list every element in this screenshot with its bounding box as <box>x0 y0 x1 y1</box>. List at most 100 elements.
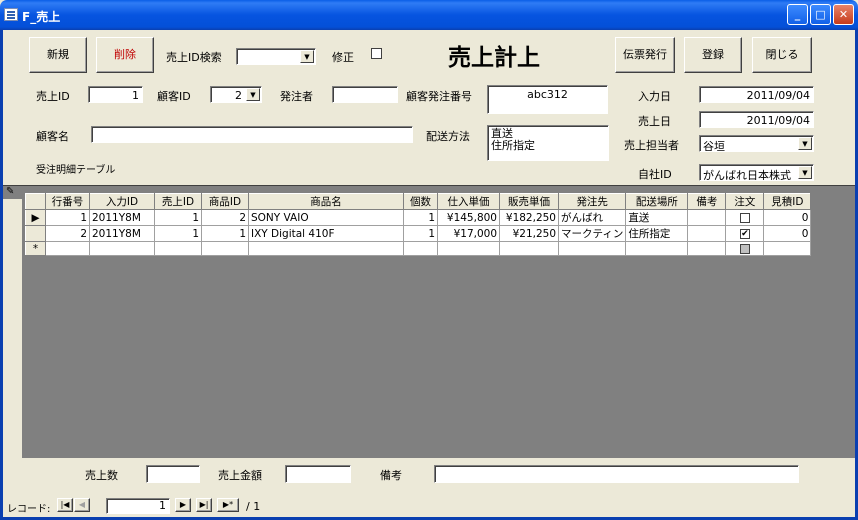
register-button[interactable]: 登録 <box>684 37 742 73</box>
table-cell[interactable]: ¥21,250 <box>499 225 559 242</box>
close-form-button[interactable]: 閉じる <box>752 37 812 73</box>
order-checkbox[interactable] <box>739 243 750 254</box>
table-cell[interactable] <box>45 241 90 256</box>
table-cell[interactable]: がんばれ <box>557 209 627 226</box>
column-header[interactable]: 見積ID <box>763 193 812 210</box>
remarks-field[interactable] <box>434 465 799 483</box>
table-cell[interactable]: 1 <box>201 225 249 242</box>
title-bar[interactable] <box>0 0 858 30</box>
chevron-down-icon[interactable]: ▼ <box>798 166 812 179</box>
table-cell[interactable] <box>499 241 559 256</box>
minimize-button[interactable]: _ <box>787 4 808 25</box>
column-header[interactable]: 入力ID <box>89 193 155 210</box>
column-header[interactable]: 配送場所 <box>625 193 689 210</box>
issue-slip-button[interactable]: 伝票発行 <box>615 37 675 73</box>
table-cell[interactable] <box>687 225 727 242</box>
table-cell[interactable]: 2011Y8M <box>89 209 155 226</box>
table-row[interactable]: ▶ 1 2011Y8M 1 2 SONY VAIO 1 ¥145,800 ¥182,250 がんば… <box>25 209 812 226</box>
order-checkbox-cell[interactable] <box>725 209 765 226</box>
chevron-down-icon[interactable]: ▼ <box>798 137 812 150</box>
sales-id-field[interactable]: 1 <box>88 86 143 103</box>
table-cell[interactable]: マークティン <box>557 225 627 242</box>
table-cell[interactable]: 1 <box>45 209 90 226</box>
new-record-button[interactable]: ▶* <box>217 498 239 512</box>
close-window-button[interactable]: ✕ <box>833 4 854 25</box>
sales-count-field[interactable] <box>146 465 200 483</box>
column-header[interactable]: 仕入単価 <box>437 193 500 210</box>
customer-name-field[interactable] <box>91 126 413 143</box>
edit-checkbox[interactable] <box>371 48 382 59</box>
table-cell[interactable]: 1 <box>154 209 202 226</box>
new-record-row[interactable]: * <box>25 241 812 256</box>
table-cell[interactable]: 2 <box>45 225 90 242</box>
record-selector[interactable]: ▶ <box>25 209 46 226</box>
chevron-down-icon[interactable]: ▼ <box>300 50 314 63</box>
table-cell[interactable] <box>201 241 249 256</box>
customer-order-no-field[interactable]: abc312 <box>487 85 608 114</box>
order-detail-subform[interactable]: 行番号 入力ID 売上ID 商品ID 商品名 個数 仕入単価 販売単価 発注先 配送場所 備考 注文見… <box>3 185 855 458</box>
table-cell[interactable] <box>154 241 202 256</box>
table-cell[interactable] <box>687 209 727 226</box>
table-cell[interactable]: 1 <box>403 225 438 242</box>
column-header[interactable]: 商品ID <box>201 193 249 210</box>
table-cell[interactable] <box>89 241 155 256</box>
table-cell[interactable]: 1 <box>403 209 438 226</box>
column-header[interactable]: 行番号 <box>45 193 90 210</box>
column-header[interactable]: 販売単価 <box>499 193 559 210</box>
table-cell[interactable] <box>725 241 765 256</box>
subform-label: 受注明細テーブル <box>36 165 116 176</box>
table-cell[interactable] <box>625 241 689 256</box>
order-checkbox-cell[interactable]: ✔ <box>725 225 765 242</box>
table-cell[interactable]: 2 <box>201 209 249 226</box>
table-cell[interactable] <box>763 241 812 256</box>
column-header[interactable]: 発注先 <box>557 193 627 210</box>
delete-button[interactable]: 削除 <box>96 37 154 73</box>
order-checkbox[interactable]: ✔ <box>739 228 750 239</box>
table-cell[interactable] <box>248 241 404 256</box>
column-header[interactable]: 売上ID <box>154 193 202 210</box>
form-icon[interactable] <box>4 8 18 21</box>
customer-id-combo[interactable]: 2 ▼ <box>210 86 262 103</box>
table-cell[interactable] <box>557 241 627 256</box>
table-cell[interactable]: SONY VAIO <box>248 209 404 226</box>
chevron-down-icon[interactable]: ▼ <box>246 88 260 101</box>
company-id-combo[interactable]: がんばれ日本株式 ▼ <box>699 164 814 181</box>
column-header[interactable]: 商品名 <box>248 193 404 210</box>
maximize-button[interactable]: □ <box>810 4 831 25</box>
table-cell[interactable]: 0 <box>763 209 812 226</box>
order-detail-grid[interactable]: 行番号 入力ID 売上ID 商品ID 商品名 個数 仕入単価 販売単価 発注先 配送場所 備考 注文見… <box>25 193 812 256</box>
table-cell[interactable]: ¥17,000 <box>437 225 500 242</box>
sales-date-field[interactable]: 2011/09/04 <box>699 111 814 128</box>
select-all-corner[interactable] <box>25 193 46 210</box>
current-record-field[interactable]: 1 <box>106 498 170 514</box>
table-cell[interactable] <box>687 241 727 256</box>
column-header[interactable]: 備考 <box>687 193 727 210</box>
table-cell[interactable]: ¥182,250 <box>499 209 559 226</box>
first-record-button[interactable]: |◀ <box>57 498 73 512</box>
table-cell[interactable]: 直送 <box>625 209 689 226</box>
sales-id-search-combo[interactable]: ▼ <box>236 48 316 65</box>
column-header[interactable]: 注文 <box>725 193 765 210</box>
table-cell[interactable]: 0 <box>763 225 812 242</box>
sales-rep-combo[interactable]: 谷垣 ▼ <box>699 135 814 152</box>
table-row[interactable]: 2 2011Y8M 1 1 IXY Digital 410F 1 ¥17,000 ¥21,25… <box>25 225 812 242</box>
new-button[interactable]: 新規 <box>29 37 87 73</box>
last-record-button[interactable]: ▶| <box>196 498 212 512</box>
table-cell[interactable]: 2011Y8M <box>89 225 155 242</box>
orderer-field[interactable] <box>332 86 398 103</box>
table-cell[interactable] <box>403 241 438 256</box>
table-cell[interactable]: ¥145,800 <box>437 209 500 226</box>
previous-record-button[interactable]: ◀ <box>74 498 90 512</box>
table-cell[interactable]: 1 <box>154 225 202 242</box>
table-cell[interactable] <box>437 241 500 256</box>
next-record-button[interactable]: ▶ <box>175 498 191 512</box>
delivery-method-field[interactable]: 直送 住所指定 <box>487 125 609 161</box>
input-date-field[interactable]: 2011/09/04 <box>699 86 814 103</box>
sales-amount-field[interactable] <box>285 465 351 483</box>
new-record-selector[interactable]: * <box>25 241 46 256</box>
order-checkbox[interactable] <box>739 212 750 223</box>
column-header[interactable]: 個数 <box>403 193 438 210</box>
table-cell[interactable]: 住所指定 <box>625 225 689 242</box>
table-cell[interactable]: IXY Digital 410F <box>248 225 404 242</box>
record-selector[interactable] <box>25 225 46 242</box>
